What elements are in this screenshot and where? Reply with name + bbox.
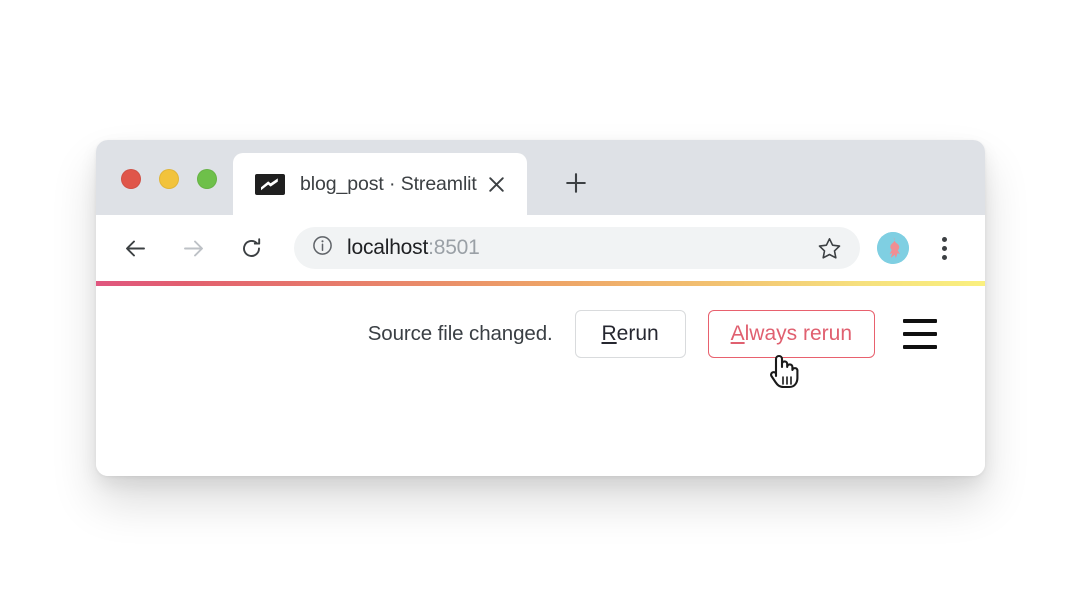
maximize-traffic-light[interactable] [197,169,217,189]
close-icon[interactable] [483,171,509,197]
arrow-left-icon[interactable] [113,226,157,270]
address-bar[interactable]: localhost:8501 [294,227,860,269]
info-circle-icon[interactable] [312,235,333,261]
star-icon[interactable] [814,233,844,263]
browser-window: blog_post · Streamlit [96,140,985,476]
streamlit-status-bar: Source file changed. Rerun Always rerun [96,286,985,358]
arrow-right-icon [171,226,215,270]
minimize-traffic-light[interactable] [159,169,179,189]
always-rerun-button-accel: A [731,322,745,346]
profile-avatar-icon[interactable] [877,232,909,264]
rerun-button-label: erun [617,322,659,346]
close-traffic-light[interactable] [121,169,141,189]
address-bar-host: localhost [347,236,428,259]
tab-strip: blog_post · Streamlit [96,140,985,215]
tab-title: blog_post · Streamlit [300,173,477,196]
hamburger-menu-icon[interactable] [903,319,937,349]
plus-icon[interactable] [558,165,594,201]
reload-icon[interactable] [229,226,273,270]
address-bar-url: localhost:8501 [347,236,480,260]
browser-tab-active[interactable]: blog_post · Streamlit [233,153,527,215]
address-bar-port: :8501 [428,236,480,259]
window-controls [121,169,217,189]
always-rerun-button-label: lways rerun [745,322,852,346]
browser-toolbar: localhost:8501 [96,215,985,281]
status-message: Source file changed. [368,322,553,346]
kebab-menu-icon[interactable] [927,231,961,265]
page-content: Source file changed. Rerun Always rerun [96,281,985,476]
streamlit-logo-icon [255,174,285,195]
rerun-button[interactable]: Rerun [575,310,686,358]
rerun-button-accel: R [602,322,617,346]
always-rerun-button[interactable]: Always rerun [708,310,875,358]
